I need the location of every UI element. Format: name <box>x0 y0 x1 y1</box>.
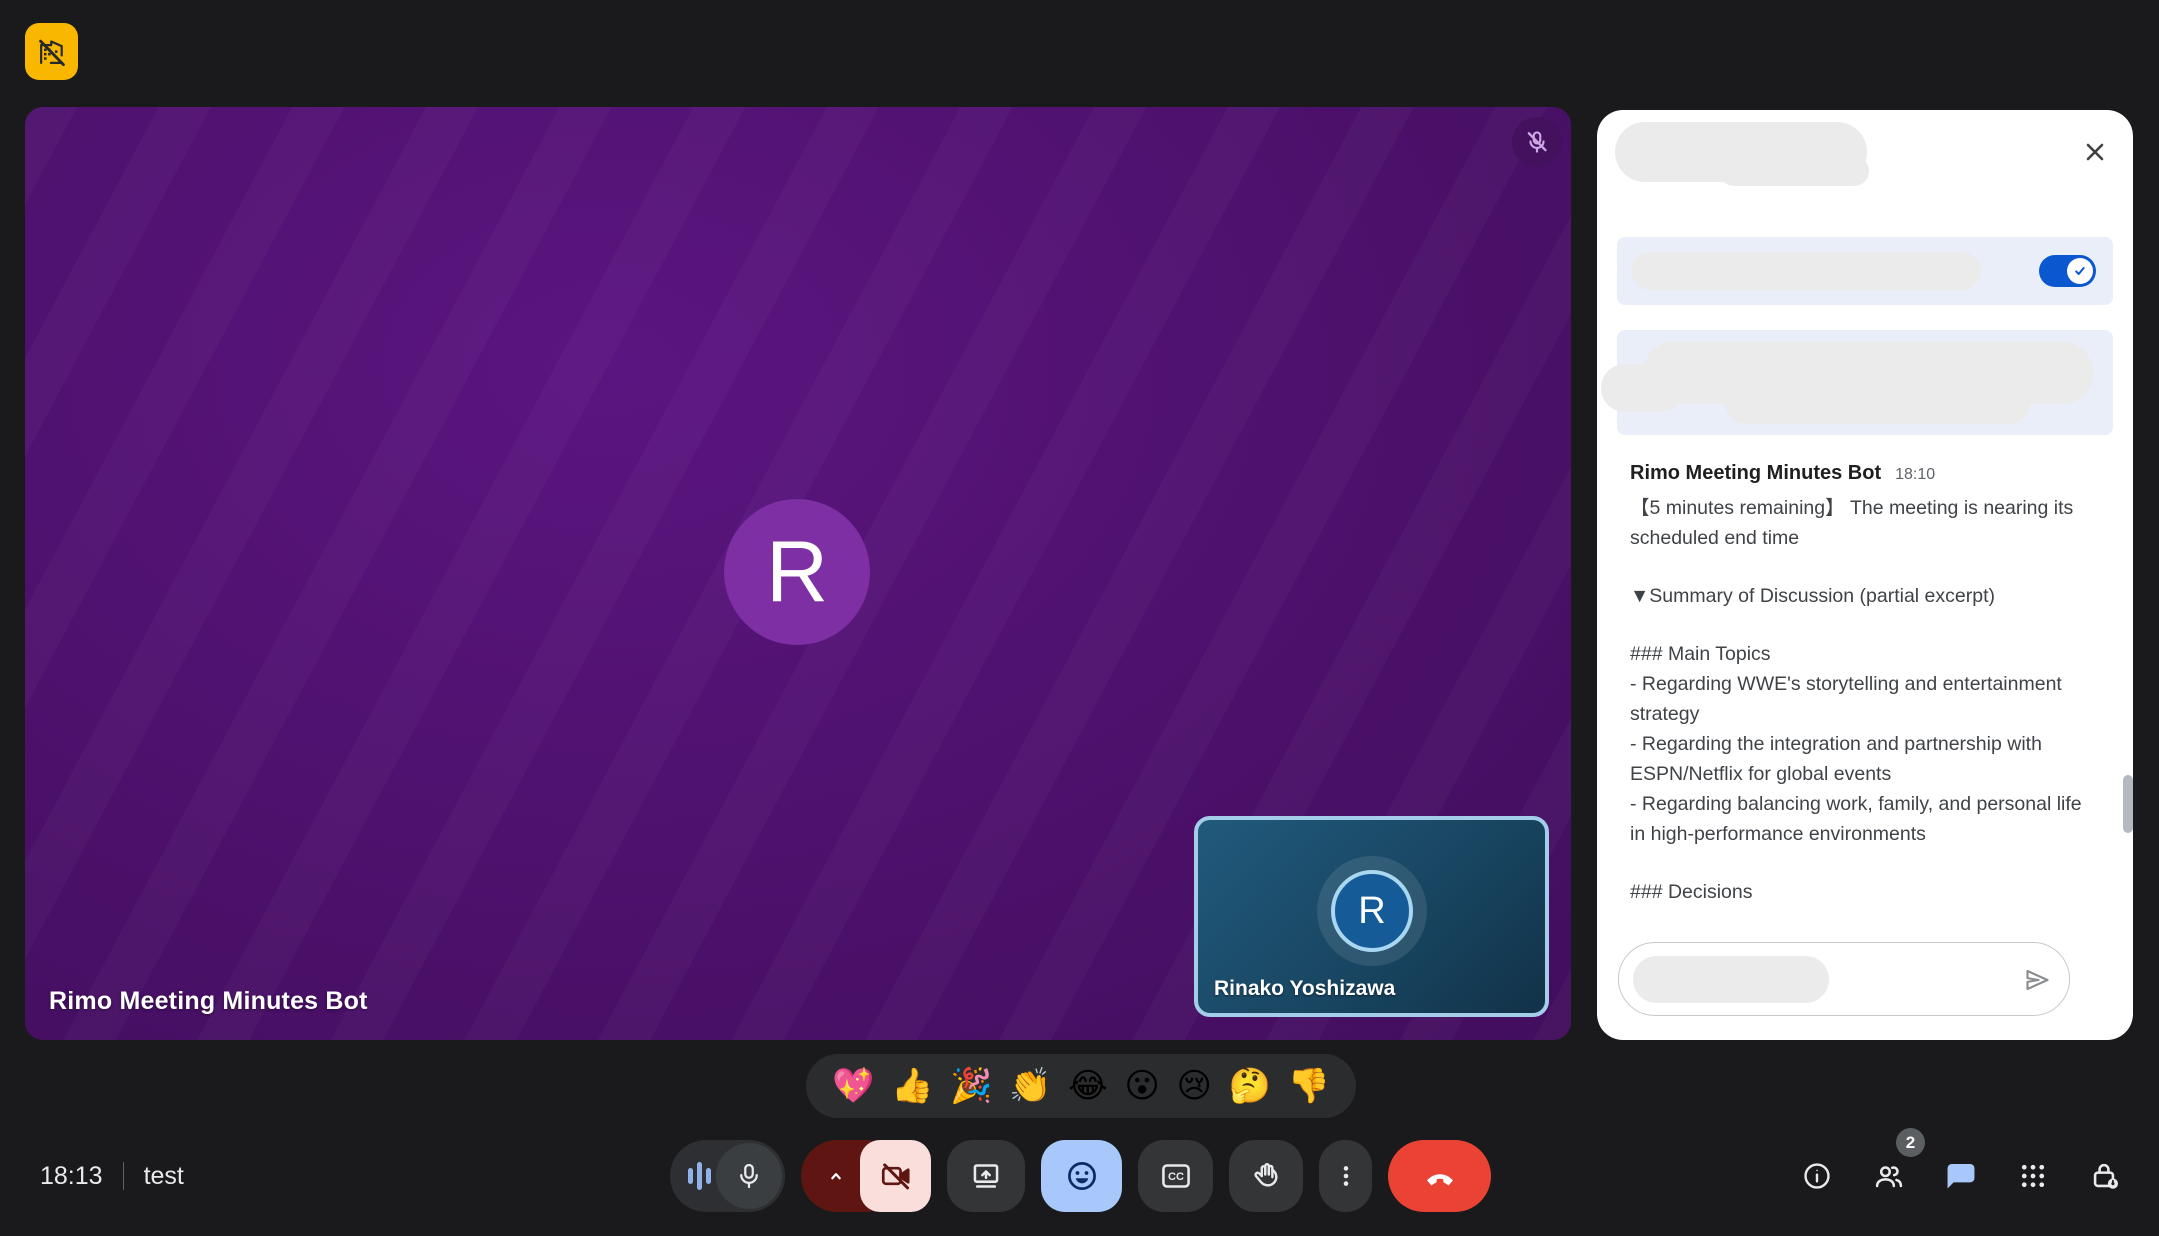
chat-message: Rimo Meeting Minutes Bot 18:10 【5 minute… <box>1630 462 2102 907</box>
reaction-thinking[interactable]: 🤔 <box>1229 1069 1271 1103</box>
chat-permission-toggle[interactable] <box>2039 255 2096 287</box>
mic-icon[interactable] <box>716 1143 782 1209</box>
reaction-sparkling-heart[interactable]: 💖 <box>832 1069 874 1103</box>
avatar: R <box>1331 870 1413 952</box>
meet-window: R Rimo Meeting Minutes Bot R Rinako Yosh… <box>0 0 2159 1236</box>
chevron-up-icon <box>831 1173 841 1180</box>
avatar-letter: R <box>765 523 829 620</box>
message-paragraph: ### Decisions <box>1630 881 1753 903</box>
meeting-name: test <box>143 1161 184 1190</box>
more-vert-icon <box>1343 1166 1348 1186</box>
redacted-notice-text <box>1601 364 1683 412</box>
chat-notice-row <box>1601 330 2113 435</box>
companion-mode-button[interactable] <box>25 23 78 80</box>
present-screen-button[interactable] <box>947 1140 1025 1212</box>
svg-text:CC: CC <box>1167 1171 1183 1183</box>
chat-scrollbar-thumb[interactable] <box>2123 775 2133 833</box>
chat-bubble-icon <box>1947 1163 1975 1189</box>
redacted-toggle-label <box>1631 252 1981 290</box>
panel-controls: 2 <box>1793 1128 2129 1212</box>
present-screen-icon <box>973 1164 999 1188</box>
avatar-letter: R <box>1358 889 1386 932</box>
meeting-details-button[interactable] <box>1793 1140 1841 1212</box>
camera-off-icon[interactable] <box>860 1140 931 1212</box>
apps-grid-icon <box>2021 1164 2045 1188</box>
reaction-thumbs-down[interactable]: 👎 <box>1288 1069 1330 1103</box>
meeting-info: 18:13 test <box>40 1140 184 1212</box>
reaction-party-popper[interactable]: 🎉 <box>950 1069 992 1103</box>
participant-name-label: Rinako Yoshizawa <box>1214 977 1396 1000</box>
audio-waveform-icon <box>687 1159 713 1193</box>
redacted-input-placeholder <box>1633 956 1829 1003</box>
info-icon <box>1804 1163 1830 1189</box>
reaction-crying[interactable]: 😢 <box>1177 1069 1212 1103</box>
chat-message-header: Rimo Meeting Minutes Bot 18:10 <box>1630 462 2102 485</box>
redacted-panel-title <box>1719 156 1869 186</box>
participants-count-badge: 2 <box>1896 1128 1925 1157</box>
message-paragraph: ▼Summary of Discussion (partial excerpt) <box>1630 585 1995 607</box>
message-time: 18:10 <box>1895 466 1936 483</box>
clock: 18:13 <box>40 1161 103 1190</box>
message-paragraph: ### Main Topics - Regarding WWE's storyt… <box>1630 643 2082 845</box>
reaction-surprised[interactable]: 😮 <box>1124 1069 1159 1103</box>
message-sender: Rimo Meeting Minutes Bot <box>1630 462 1882 484</box>
smiley-icon <box>1067 1162 1096 1190</box>
main-video-tile[interactable]: R Rimo Meeting Minutes Bot R Rinako Yosh… <box>25 107 1571 1040</box>
avatar-halo: R <box>1317 856 1427 966</box>
toggle-knob <box>2067 258 2093 284</box>
captions-icon: CC <box>1161 1164 1190 1188</box>
raise-hand-button[interactable] <box>1229 1140 1303 1212</box>
reactions-bar: 💖 👍 🎉 👏 😂 😮 😢 🤔 👎 <box>806 1054 1356 1118</box>
reaction-thumbs-up[interactable]: 👍 <box>891 1069 933 1103</box>
activities-button[interactable] <box>2009 1140 2057 1212</box>
divider <box>122 1162 124 1190</box>
mic-muted-badge <box>1512 117 1562 167</box>
end-call-icon <box>1426 1174 1453 1186</box>
close-icon[interactable] <box>2079 136 2111 168</box>
more-options-button[interactable] <box>1319 1140 1372 1212</box>
participant-name-label: Rimo Meeting Minutes Bot <box>49 987 368 1015</box>
camera-button <box>801 1140 931 1212</box>
people-icon <box>1875 1166 1903 1188</box>
reactions-button[interactable] <box>1041 1140 1122 1212</box>
chat-toggle-row <box>1617 237 2113 305</box>
call-controls: CC <box>670 1140 1491 1212</box>
captions-button[interactable]: CC <box>1138 1140 1213 1212</box>
chat-message-input[interactable] <box>1618 942 2070 1016</box>
redacted-notice-text <box>1725 382 2030 424</box>
reaction-joy[interactable]: 😂 <box>1068 1069 1108 1103</box>
companion-off-icon <box>36 36 68 68</box>
microphone-button[interactable] <box>670 1140 785 1212</box>
message-paragraph: 【5 minutes remaining】 The meeting is nea… <box>1630 497 2074 549</box>
host-controls-button[interactable] <box>2081 1140 2129 1212</box>
end-call-button[interactable] <box>1388 1140 1491 1212</box>
pip-video-tile[interactable]: R Rinako Yoshizawa <box>1194 816 1549 1017</box>
raise-hand-icon <box>1254 1163 1278 1187</box>
send-icon[interactable] <box>2021 964 2053 996</box>
reaction-clapping-hands[interactable]: 👏 <box>1009 1069 1051 1103</box>
check-icon <box>2075 267 2085 275</box>
host-controls-lock-icon <box>2093 1163 2119 1189</box>
participants-button[interactable]: 2 <box>1865 1128 1925 1212</box>
chat-button[interactable] <box>1937 1140 1985 1212</box>
chat-panel: Rimo Meeting Minutes Bot 18:10 【5 minute… <box>1597 110 2133 1040</box>
avatar: R <box>724 499 870 645</box>
